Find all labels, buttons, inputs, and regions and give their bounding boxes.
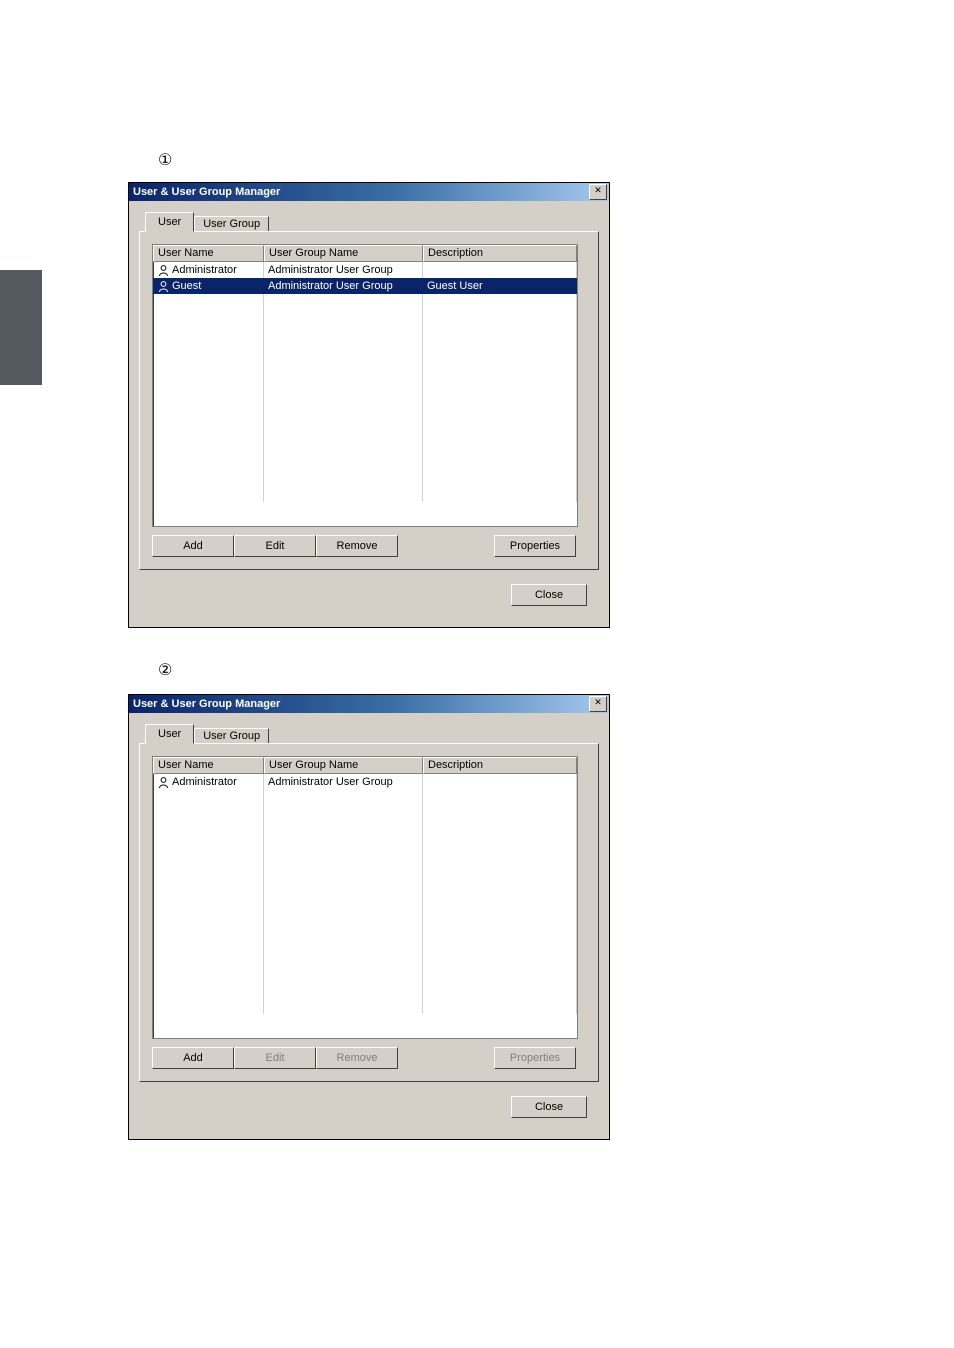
table-row-empty [153,342,577,358]
col-user-name[interactable]: User Name [153,757,264,774]
table-row-empty [153,838,577,854]
table-row-empty [153,406,577,422]
table-row-empty [153,390,577,406]
marker-1: ① [158,150,172,170]
titlebar-text: User & User Group Manager [133,186,280,198]
table-row-empty [153,982,577,998]
table-row[interactable]: Guest Administrator User Group Guest User [153,278,577,294]
cell-user-group: Administrator User Group [268,278,393,294]
table-row-empty [153,966,577,982]
table-row-empty [153,294,577,310]
table-row-empty [153,310,577,326]
user-listview[interactable]: User Name User Group Name Description Ad… [152,756,578,1039]
col-user-name[interactable]: User Name [153,245,264,262]
table-row-empty [153,886,577,902]
titlebar[interactable]: User & User Group Manager [129,695,609,713]
tab-user-group[interactable]: User Group [194,728,269,743]
remove-button[interactable]: Remove [316,1047,398,1069]
marker-2: ② [158,660,172,680]
edit-button[interactable]: Edit [234,1047,316,1069]
user-icon [157,264,170,277]
table-row-empty [153,454,577,470]
table-row-empty [153,822,577,838]
table-row-empty [153,854,577,870]
table-row-empty [153,326,577,342]
titlebar[interactable]: User & User Group Manager [129,183,609,201]
cell-description: Guest User [427,278,483,294]
cell-user-name: Guest [172,278,201,294]
titlebar-text: User & User Group Manager [133,698,280,710]
tab-panel-user: User Name User Group Name Description Ad… [139,231,599,570]
tab-user[interactable]: User [145,212,194,232]
page-side-tab [0,270,42,385]
properties-button[interactable]: Properties [494,535,576,557]
tabstrip: User User Group [145,211,599,231]
tab-user-group[interactable]: User Group [194,216,269,231]
table-row[interactable]: Administrator Administrator User Group [153,262,577,278]
table-row-empty [153,934,577,950]
listview-header: User Name User Group Name Description [153,757,577,774]
close-button[interactable]: Close [511,584,587,606]
table-row-empty [153,470,577,486]
user-icon [157,280,170,293]
add-button[interactable]: Add [152,1047,234,1069]
close-icon[interactable] [589,184,607,200]
add-button[interactable]: Add [152,535,234,557]
edit-button[interactable]: Edit [234,535,316,557]
user-icon [157,776,170,789]
table-row-empty [153,438,577,454]
table-row-empty [153,790,577,806]
tab-panel-user: User Name User Group Name Description Ad… [139,743,599,1082]
tabstrip: User User Group [145,723,599,743]
table-row-empty [153,422,577,438]
col-user-group-name[interactable]: User Group Name [264,245,423,262]
table-row-empty [153,486,577,502]
table-row[interactable]: Administrator Administrator User Group [153,774,577,790]
cell-user-group: Administrator User Group [268,774,393,790]
table-row-empty [153,950,577,966]
user-listview[interactable]: User Name User Group Name Description Ad… [152,244,578,527]
user-group-manager-dialog-1: User & User Group Manager User User Grou… [128,182,610,628]
table-row-empty [153,358,577,374]
properties-button[interactable]: Properties [494,1047,576,1069]
user-group-manager-dialog-2: User & User Group Manager User User Grou… [128,694,610,1140]
close-button[interactable]: Close [511,1096,587,1118]
table-row-empty [153,902,577,918]
col-description[interactable]: Description [423,245,577,262]
cell-user-group: Administrator User Group [268,262,393,278]
col-user-group-name[interactable]: User Group Name [264,757,423,774]
cell-user-name: Administrator [172,774,237,790]
col-description[interactable]: Description [423,757,577,774]
remove-button[interactable]: Remove [316,535,398,557]
cell-user-name: Administrator [172,262,237,278]
tab-user[interactable]: User [145,724,194,744]
table-row-empty [153,806,577,822]
close-icon[interactable] [589,696,607,712]
table-row-empty [153,918,577,934]
listview-header: User Name User Group Name Description [153,245,577,262]
table-row-empty [153,998,577,1014]
table-row-empty [153,870,577,886]
table-row-empty [153,374,577,390]
